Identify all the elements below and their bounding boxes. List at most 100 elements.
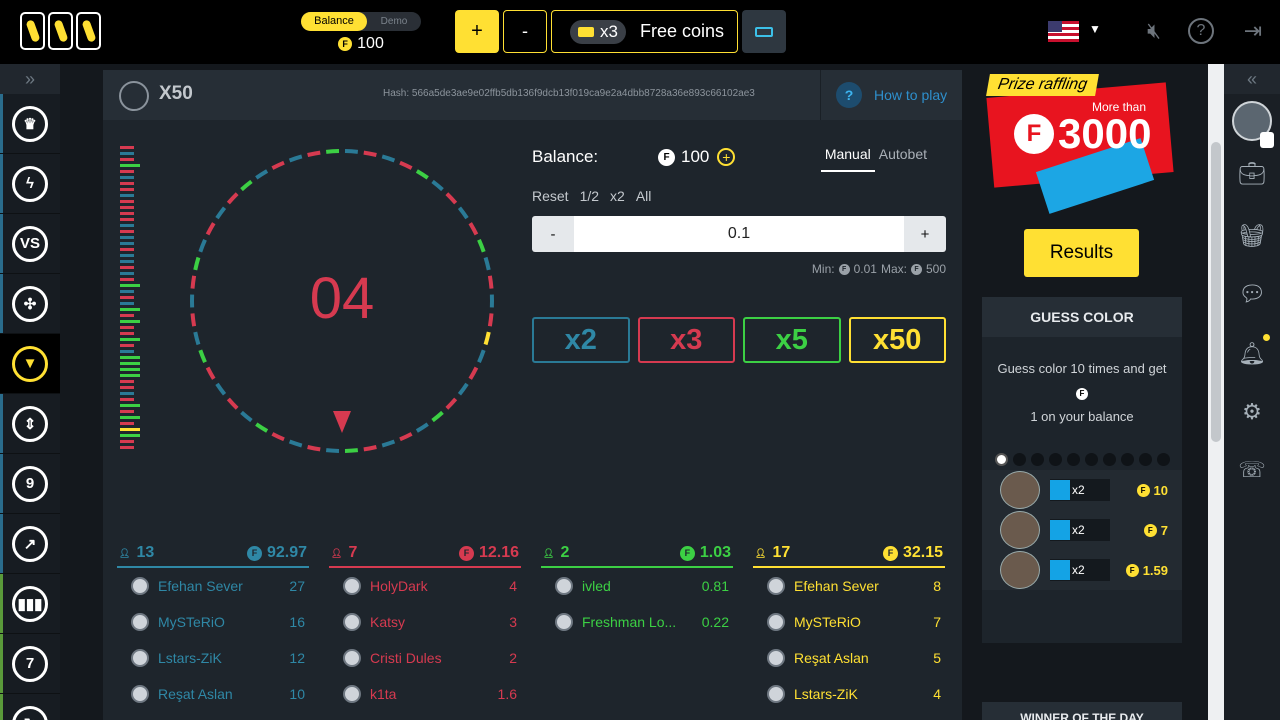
settings-gear-icon[interactable]: ⚙ xyxy=(1238,398,1266,426)
avatar[interactable] xyxy=(343,613,361,631)
free-coins-button[interactable]: x3 Free coins xyxy=(551,10,738,53)
avatar[interactable] xyxy=(1000,471,1040,509)
player-name[interactable]: Efehan Sever xyxy=(158,578,289,594)
player-name[interactable]: Lstars-ZiK xyxy=(158,650,289,666)
avatar[interactable] xyxy=(555,577,573,595)
sound-muted-icon[interactable]: 🔇︎ xyxy=(1139,16,1169,46)
player-count-value: 7 xyxy=(348,544,358,561)
player-name[interactable]: Efehan Sever xyxy=(794,578,933,594)
player-name[interactable]: k1ta xyxy=(370,686,498,702)
page-scrollbar[interactable] xyxy=(1208,64,1224,720)
sidebar-item-crown[interactable]: ♛ xyxy=(0,94,60,154)
sidebar-item-spinner[interactable]: ✣ xyxy=(0,274,60,334)
avatar[interactable] xyxy=(767,649,785,667)
site-logo[interactable] xyxy=(20,12,101,50)
basket-icon[interactable]: 🧺︎ xyxy=(1238,222,1266,250)
notification-bell-icon[interactable]: 🔔︎ xyxy=(1238,340,1266,368)
avatar[interactable] xyxy=(767,613,785,631)
sidebar-item-arrow[interactable]: ↗ xyxy=(0,514,60,574)
player-name[interactable]: HolyDark xyxy=(370,578,509,594)
us-flag-icon[interactable] xyxy=(1048,21,1079,42)
avatar[interactable] xyxy=(343,685,361,703)
bet-amount-input[interactable]: 0.1 xyxy=(574,216,904,252)
player-name[interactable]: MySTeRiO xyxy=(158,614,289,630)
help-icon[interactable]: ? xyxy=(1188,18,1214,44)
avatar[interactable] xyxy=(343,577,361,595)
briefcase-icon[interactable]: 💼︎ xyxy=(1238,160,1266,188)
multiplier-button-x50[interactable]: x50 xyxy=(848,317,946,363)
sidebar-item-x50[interactable]: ▼ xyxy=(0,334,60,394)
wheel-segment xyxy=(288,439,303,448)
add-balance-icon[interactable]: + xyxy=(717,148,736,166)
collapse-sidebar-icon[interactable]: « xyxy=(1224,64,1280,94)
sidebar-item-more[interactable]: ↻ xyxy=(0,694,60,720)
sidebar-item-versus[interactable]: VS xyxy=(0,214,60,274)
double-button[interactable]: x2 xyxy=(610,188,625,204)
tab-autobet[interactable]: Autobet xyxy=(875,146,931,172)
multiplier-button-x3[interactable]: x3 xyxy=(637,317,735,363)
player-name[interactable]: Freshman Lo... xyxy=(582,614,702,630)
logout-icon[interactable]: ⇥ xyxy=(1238,16,1268,46)
player-name[interactable]: Lstars-ZiK xyxy=(794,686,933,702)
sidebar-item-slots[interactable]: ▮▮▮ xyxy=(0,574,60,634)
blue-square-icon xyxy=(1050,480,1070,500)
avatar[interactable] xyxy=(767,685,785,703)
multiplier-button-x5[interactable]: x5 xyxy=(743,317,841,363)
player-name[interactable]: Reşat Aslan xyxy=(794,650,933,666)
guess-win: F 1.59 xyxy=(1110,563,1182,578)
player-name[interactable]: ivled xyxy=(582,578,702,594)
player-name[interactable]: Cristi Dules xyxy=(370,650,509,666)
chat-icon[interactable]: 💬︎ xyxy=(1238,280,1266,308)
avatar[interactable] xyxy=(343,649,361,667)
player-name[interactable]: Katsy xyxy=(370,614,509,630)
round-hash[interactable]: Hash: 566a5de3ae9e02ffb5db136f9dcb13f019… xyxy=(383,88,755,99)
deposit-button[interactable]: + xyxy=(455,10,499,53)
avatar[interactable] xyxy=(1000,511,1040,549)
history-bar xyxy=(120,194,134,197)
player-name[interactable]: Reşat Aslan xyxy=(158,686,289,702)
balance-mode-toggle[interactable]: Balance Demo xyxy=(301,12,421,31)
how-to-play-link[interactable]: ? How to play xyxy=(820,70,962,120)
avatar[interactable] xyxy=(131,613,149,631)
sidebar-item-seven[interactable]: 7 xyxy=(0,634,60,694)
avatar[interactable] xyxy=(131,649,149,667)
coin-icon: F xyxy=(679,545,695,561)
wheel-segment xyxy=(240,410,253,423)
avatar[interactable] xyxy=(1000,551,1040,589)
increase-bet-button[interactable]: + xyxy=(904,216,946,252)
all-button[interactable]: All xyxy=(636,188,652,204)
decrease-bet-button[interactable]: - xyxy=(532,216,574,252)
left-sidebar: » ♛ ϟ VS ✣ ▼ ⇕ 9 ↗ ▮▮▮ 7 ↻ xyxy=(0,64,60,720)
guess-winners-list: x2 F 10 x2 F 7 x2 F 1.59 xyxy=(982,470,1182,590)
support-24-icon[interactable]: ☏ xyxy=(1238,456,1266,484)
free-coins-label: Free coins xyxy=(639,21,725,41)
withdraw-button[interactable]: - xyxy=(503,10,547,53)
chevron-down-icon[interactable]: ▼ xyxy=(1089,22,1101,36)
prize-raffle-banner[interactable]: Prize raffling More than F 3000 xyxy=(980,70,1180,215)
history-bar xyxy=(120,350,134,353)
wheel-segment xyxy=(381,154,396,163)
reset-button[interactable]: Reset xyxy=(532,188,569,204)
avatar[interactable] xyxy=(555,613,573,631)
multiplier-button-x2[interactable]: x2 xyxy=(532,317,630,363)
half-button[interactable]: 1/2 xyxy=(580,188,599,204)
player-row: Reşat Aslan 5 xyxy=(753,640,945,676)
avatar[interactable] xyxy=(131,685,149,703)
player-bet-amount: 10 xyxy=(289,686,305,702)
player-name[interactable]: MySTeRiO xyxy=(794,614,933,630)
avatar[interactable] xyxy=(131,577,149,595)
player-row: Efehan Sever 27 xyxy=(117,568,309,604)
sidebar-item-nine[interactable]: 9 xyxy=(0,454,60,514)
wheel-segment xyxy=(445,192,458,205)
history-bar xyxy=(120,230,134,233)
results-button[interactable]: Results xyxy=(1024,229,1139,277)
expand-sidebar-icon[interactable]: » xyxy=(0,64,60,94)
avatar[interactable] xyxy=(767,577,785,595)
tab-manual[interactable]: Manual xyxy=(820,146,875,172)
balance-mode-real[interactable]: Balance xyxy=(301,12,367,31)
balance-mode-demo[interactable]: Demo xyxy=(367,12,421,31)
scrollbar-thumb[interactable] xyxy=(1211,142,1221,442)
sidebar-item-crash[interactable]: ϟ xyxy=(0,154,60,214)
ticket-button[interactable] xyxy=(742,10,786,53)
sidebar-item-updown[interactable]: ⇕ xyxy=(0,394,60,454)
